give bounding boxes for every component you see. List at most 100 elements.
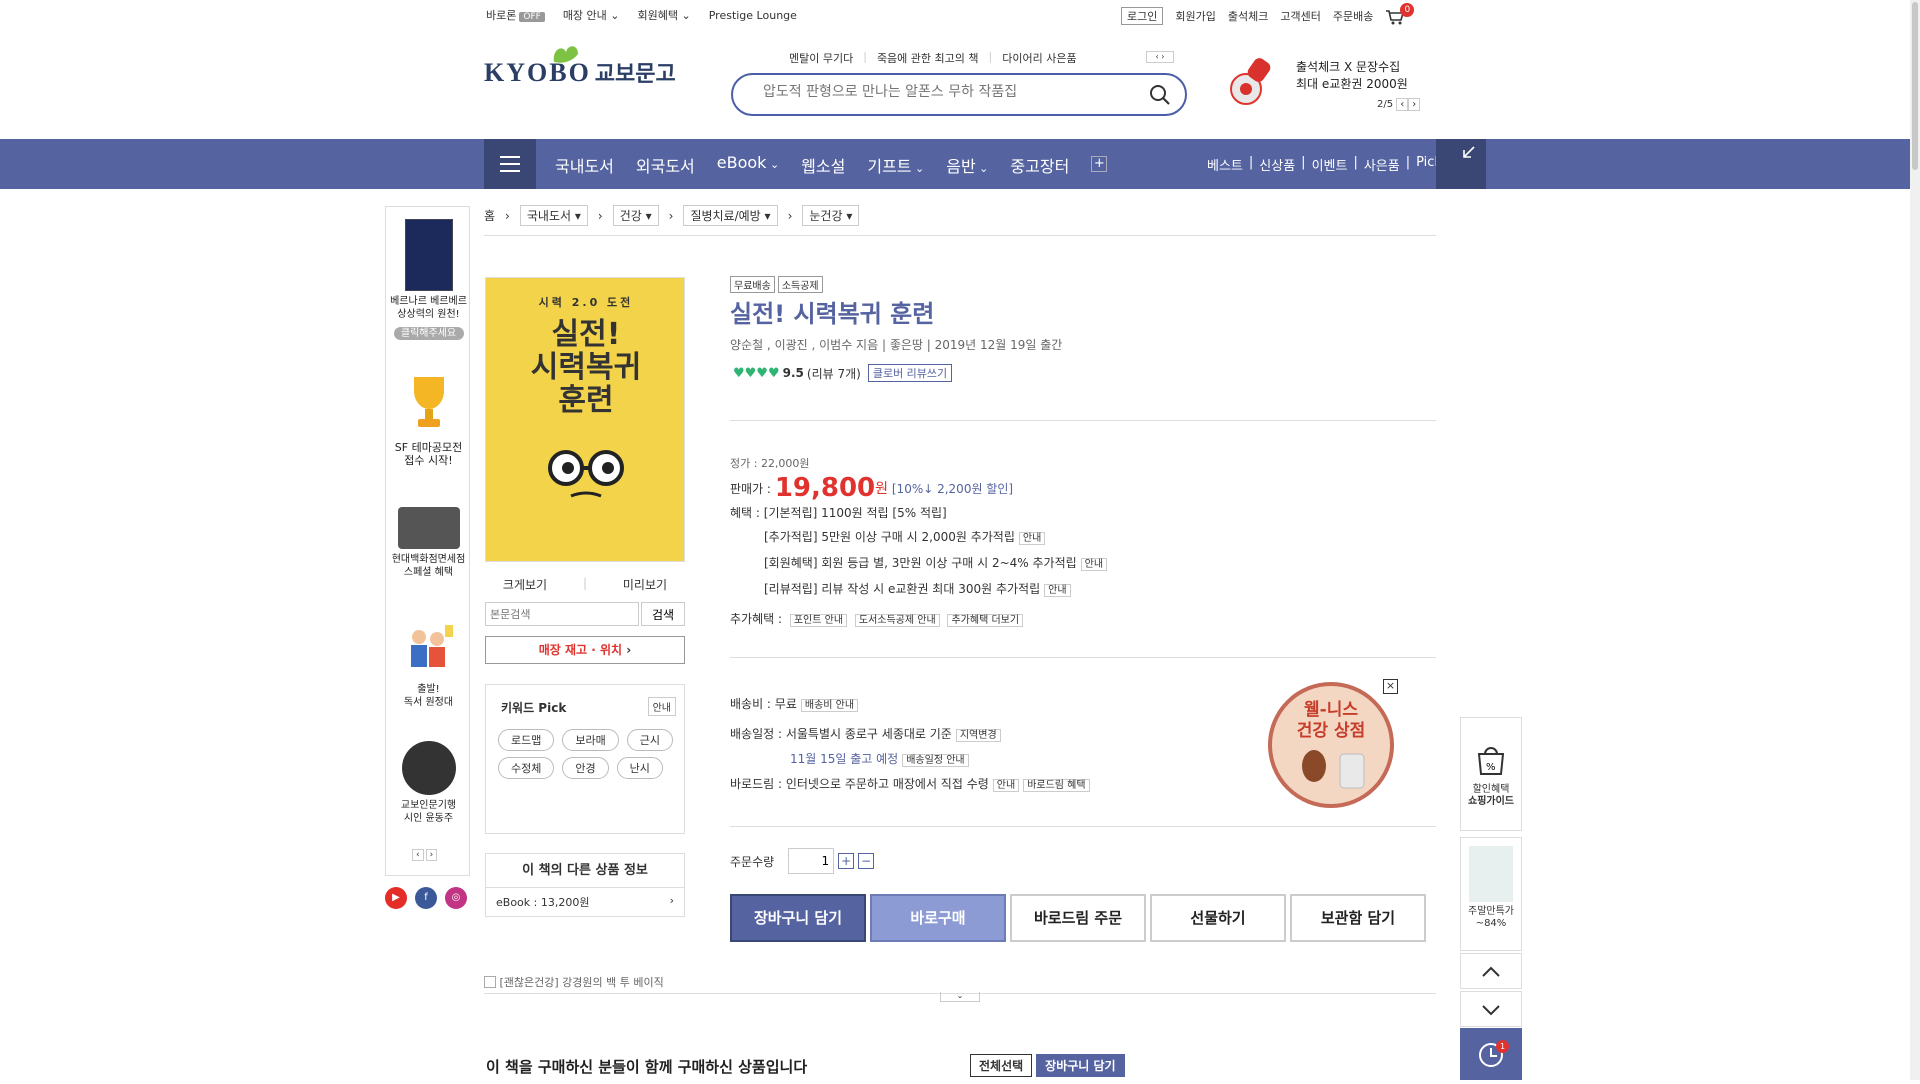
page-scrollbar[interactable]: [1910, 0, 1920, 1080]
keyword-tag[interactable]: 안경: [562, 757, 609, 779]
prev-icon[interactable]: ‹: [1396, 98, 1409, 111]
tax-info-button[interactable]: 도서소득공제 안내: [854, 614, 940, 627]
plus-box-icon[interactable]: +: [1091, 156, 1108, 172]
hot-keyword[interactable]: 멘탈이 무기다: [789, 50, 853, 66]
point-info-button[interactable]: 포인트 안내: [789, 614, 848, 627]
ebook-link[interactable]: eBook : 13,200원 ›: [486, 888, 684, 916]
write-review-button[interactable]: 클로버 리뷰쓰기: [867, 364, 953, 382]
hot-keyword[interactable]: 다이어리 사은품: [1002, 50, 1076, 66]
breadcrumb-home[interactable]: 홈: [484, 207, 495, 224]
ad-humanities-tour[interactable]: 교보인문기행 시인 윤동주: [386, 741, 471, 825]
ad-reading-expedition[interactable]: 출발! 독서 원정대: [386, 619, 471, 709]
shopping-guide-button[interactable]: % 할인혜택 쇼핑가이드: [1460, 717, 1522, 831]
barodrim-order-button[interactable]: 바로드림 주문: [1010, 894, 1146, 942]
info-button[interactable]: 안내: [1018, 532, 1046, 545]
keyword-tag[interactable]: 수정체: [498, 757, 555, 779]
attendance-promo[interactable]: 출석체크 X 문장수집 최대 e교환권 2000원 2/5 ‹ ›: [1222, 55, 1442, 115]
banner-expand-button[interactable]: ⌄: [940, 992, 980, 1002]
scrollbar-thumb[interactable]: [1912, 2, 1918, 170]
next-icon[interactable]: ›: [1408, 98, 1421, 111]
breadcrumb-item[interactable]: 눈건강 ▾: [802, 205, 860, 226]
breadcrumb-item[interactable]: 국내도서 ▾: [519, 205, 588, 226]
barodrim-info-button[interactable]: 안내: [992, 779, 1020, 792]
scroll-up-button[interactable]: [1460, 953, 1522, 989]
ad-click-button[interactable]: 클릭해주세요: [393, 327, 464, 340]
nav-new[interactable]: 신상품: [1259, 155, 1295, 174]
keyword-info-button[interactable]: 안내: [647, 697, 676, 716]
nav-domestic[interactable]: 국내도서: [555, 153, 614, 177]
keyword-tag[interactable]: 보라매: [562, 729, 619, 751]
nav-gift[interactable]: 기프트 ⌄: [867, 153, 924, 177]
nav-webnovel[interactable]: 웹소설: [801, 153, 845, 177]
nav-ebook[interactable]: eBook ⌄: [717, 153, 779, 177]
youtube-icon[interactable]: ▶: [385, 887, 407, 909]
change-region-button[interactable]: 지역변경: [955, 729, 1001, 742]
wishlist-button[interactable]: 보관함 담기: [1290, 894, 1426, 942]
ship-schedule-info-button[interactable]: 배송일정 안내: [902, 754, 969, 767]
chevron-down-icon: ⌄: [681, 9, 691, 22]
scroll-down-button[interactable]: [1460, 991, 1522, 1027]
hot-keyword-pager[interactable]: ‹ ›: [1146, 51, 1174, 63]
attendance-link[interactable]: 출석체크: [1228, 8, 1268, 24]
instagram-icon[interactable]: ◎: [445, 887, 467, 909]
add-cart-button[interactable]: 장바구니 담기: [730, 894, 866, 942]
signup-link[interactable]: 회원가입: [1175, 8, 1215, 24]
menu-button[interactable]: [484, 139, 536, 189]
prestige-lounge-link[interactable]: Prestige Lounge: [709, 9, 797, 22]
breadcrumb-item[interactable]: 건강 ▾: [612, 205, 659, 226]
keyword-tag[interactable]: 로드맵: [498, 729, 555, 751]
info-button[interactable]: 안내: [1080, 558, 1108, 571]
member-benefit-link[interactable]: 회원혜택 ⌄: [638, 7, 691, 23]
review-count-link[interactable]: (리뷰 7개): [807, 365, 861, 382]
customer-service-link[interactable]: 고객센터: [1280, 8, 1320, 24]
quantity-minus-button[interactable]: −: [858, 853, 875, 869]
nav-event[interactable]: 이벤트: [1312, 155, 1348, 174]
quantity-plus-button[interactable]: +: [838, 853, 855, 869]
kyobo-logo[interactable]: KYOBO 교보문고: [484, 46, 676, 88]
preview-link[interactable]: 미리보기: [623, 576, 667, 593]
hot-keyword[interactable]: 죽음에 관한 최고의 책: [877, 50, 979, 66]
wellness-banner[interactable]: 웰-니스 건강 상점: [1268, 682, 1394, 808]
buy-now-button[interactable]: 바로구매: [870, 894, 1006, 942]
zoom-link[interactable]: 크게보기: [503, 576, 547, 593]
ad-pager: ‹ ›: [412, 849, 438, 861]
store-stock-button[interactable]: 매장 재고 · 위치 ›: [485, 636, 685, 664]
cart-button[interactable]: 0: [1385, 3, 1415, 25]
quantity-input[interactable]: [788, 848, 835, 874]
ad-sf-contest[interactable]: SF 테마공모전 접수 시작!: [386, 373, 471, 467]
ad-werber[interactable]: 베르나르 베르베르 상상력의 원천! 클릭해주세요: [386, 219, 471, 340]
body-search-button[interactable]: 검색: [641, 602, 685, 626]
nav-gifts[interactable]: 사은품: [1364, 155, 1400, 174]
more-benefit-button[interactable]: 추가혜택 더보기: [947, 614, 1024, 627]
order-delivery-link[interactable]: 주문배송: [1333, 8, 1373, 24]
recent-view-button[interactable]: 1: [1460, 1028, 1522, 1080]
together-add-cart-button[interactable]: 장바구니 담기: [1036, 1054, 1125, 1077]
search-icon[interactable]: [1149, 84, 1171, 106]
facebook-icon[interactable]: f: [415, 887, 437, 909]
breadcrumb-item[interactable]: 질병치료/예방 ▾: [683, 205, 778, 226]
search-input[interactable]: [763, 84, 1143, 100]
info-button[interactable]: 안내: [1044, 584, 1071, 597]
prev-icon[interactable]: ‹: [412, 849, 424, 861]
next-icon[interactable]: ›: [425, 849, 438, 861]
nav-used[interactable]: 중고장터: [1010, 153, 1069, 177]
nav-foreign[interactable]: 외국도서: [636, 153, 695, 177]
select-all-button[interactable]: 전체선택: [970, 1054, 1033, 1077]
nav-music[interactable]: 음반 ⌄: [946, 153, 988, 177]
gift-button[interactable]: 선물하기: [1150, 894, 1286, 942]
login-button[interactable]: 로그인: [1121, 7, 1164, 25]
ad-hyundai[interactable]: 현대백화점면세점 스페셜 혜택: [386, 497, 471, 579]
body-search-input[interactable]: [485, 602, 639, 626]
close-icon[interactable]: ×: [1383, 679, 1398, 694]
weekend-deal-button[interactable]: 주말만특가 ~84%: [1460, 837, 1522, 951]
collapse-corner-button[interactable]: [1436, 139, 1486, 189]
keyword-tag[interactable]: 근시: [626, 729, 673, 751]
keyword-tag[interactable]: 난시: [616, 757, 663, 779]
book-cover[interactable]: 시력 2.0 도전 실전! 시력복귀 훈련: [485, 277, 685, 562]
people-cheering-icon: [410, 625, 453, 667]
baro-toggle[interactable]: 바로론 OFF: [486, 7, 545, 23]
ship-cost-info-button[interactable]: 배송비 안내: [800, 699, 859, 712]
store-info-link[interactable]: 매장 안내 ⌄: [563, 7, 620, 23]
barodrim-benefit-button[interactable]: 바로드림 혜택: [1023, 779, 1090, 792]
nav-best[interactable]: 베스트: [1207, 155, 1243, 174]
